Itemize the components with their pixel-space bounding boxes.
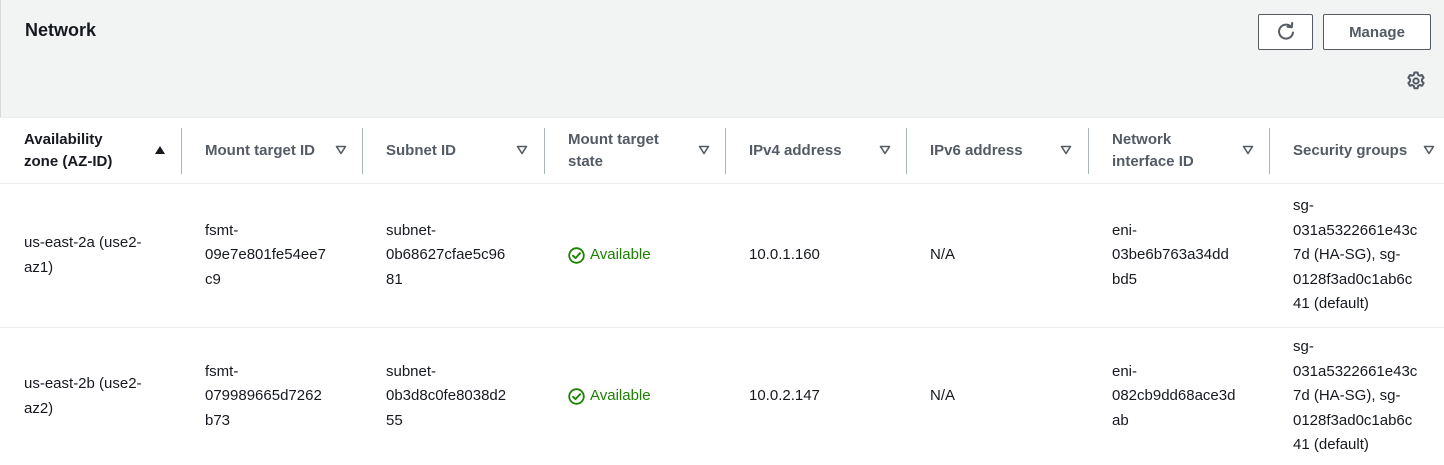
check-circle-icon — [568, 388, 585, 405]
column-separator[interactable] — [725, 128, 726, 174]
cell-mount-target-id: fsmt- 09e7e801fe54ee7 c9 — [205, 184, 355, 327]
cell-availability-zone: us-east-2b (use2- az2) — [24, 328, 174, 465]
cell-ipv4-address: 10.0.1.160 — [749, 184, 899, 327]
column-header-label: IPv4 address — [749, 142, 842, 159]
column-separator[interactable] — [544, 128, 545, 174]
check-circle-icon — [568, 247, 585, 264]
cell-security-groups: sg- 031a5322661e43c 7d (HA-SG), sg- 0128… — [1293, 184, 1443, 327]
status-indicator: Available — [568, 384, 651, 409]
refresh-icon — [1277, 22, 1294, 40]
column-separator[interactable] — [906, 128, 907, 174]
cell-ipv6-address: N/A — [930, 184, 1080, 327]
cell-text: 10.0.1.160 — [749, 246, 820, 264]
sort-icon — [516, 145, 528, 155]
manage-button[interactable]: Manage — [1323, 14, 1431, 50]
cell-text: 10.0.2.147 — [749, 387, 820, 405]
sort-icon — [1060, 145, 1072, 155]
status-indicator: Available — [568, 243, 651, 268]
column-separator[interactable] — [181, 128, 182, 174]
cell-text: sg- 031a5322661e43c 7d (HA-SG), sg- 0128… — [1293, 197, 1418, 313]
column-header-security-groups[interactable]: Security groups — [1293, 118, 1443, 184]
panel-header: Network Manage — [0, 0, 1444, 117]
sort-icon — [335, 145, 347, 155]
column-header-mount-target-state[interactable]: Mount target state — [568, 118, 718, 184]
sort-icon — [879, 145, 891, 155]
column-header-label: Mount target state — [568, 131, 659, 170]
column-header-label: Mount target ID — [205, 142, 315, 159]
column-header-mount-target-id[interactable]: Mount target ID — [205, 118, 355, 184]
column-separator[interactable] — [1269, 128, 1270, 174]
sort-icon — [1423, 145, 1435, 155]
sort-icon — [698, 145, 710, 155]
cell-subnet-id: subnet- 0b68627cfae5c96 81 — [386, 184, 536, 327]
cell-availability-zone: us-east-2a (use2- az1) — [24, 184, 174, 327]
column-header-ipv6-address[interactable]: IPv6 address — [930, 118, 1080, 184]
refresh-button[interactable] — [1258, 14, 1313, 50]
cell-text: sg- 031a5322661e43c 7d (HA-SG), sg- 0128… — [1293, 338, 1418, 454]
cell-text: fsmt- 09e7e801fe54ee7 c9 — [205, 221, 326, 288]
column-separator[interactable] — [1088, 128, 1089, 174]
column-header-label: Network interface ID — [1112, 131, 1194, 170]
column-header-availability-zone[interactable]: Availability zone (AZ-ID) — [24, 118, 174, 184]
column-separator[interactable] — [362, 128, 363, 174]
sort-icon — [1242, 145, 1254, 155]
cell-text: N/A — [930, 387, 956, 405]
cell-text: subnet- 0b3d8c0fe8038d2 55 — [386, 362, 507, 429]
cell-network-interface-id: eni- 082cb9dd68ace3d ab — [1112, 328, 1262, 465]
cell-network-interface-id: eni- 03be6b763a34dd bd5 — [1112, 184, 1262, 327]
table-row: us-east-2a (use2- az1) fsmt- 09e7e801fe5… — [0, 184, 1444, 328]
table-row: us-east-2b (use2- az2) fsmt- 079989665d7… — [0, 328, 1444, 465]
sort-ascending-icon — [155, 146, 165, 154]
gear-icon[interactable] — [1406, 71, 1426, 91]
cell-text: us-east-2a (use2- az1) — [24, 234, 142, 276]
cell-ipv4-address: 10.0.2.147 — [749, 328, 899, 465]
cell-mount-target-id: fsmt- 079989665d7262 b73 — [205, 328, 355, 465]
column-header-subnet-id[interactable]: Subnet ID — [386, 118, 536, 184]
cell-text: eni- 03be6b763a34dd bd5 — [1112, 221, 1229, 288]
column-header-label: IPv6 address — [930, 142, 1023, 159]
column-header-label: Availability zone (AZ-ID) — [24, 131, 113, 170]
cell-text: us-east-2b (use2- az2) — [24, 375, 142, 417]
status-label: Available — [590, 246, 651, 264]
network-panel: Network Manage Availability zone (AZ-ID)… — [0, 0, 1444, 465]
cell-text: eni- 082cb9dd68ace3d ab — [1112, 362, 1236, 429]
table-header: Availability zone (AZ-ID) Mount target I… — [0, 117, 1444, 184]
cell-text: N/A — [930, 246, 956, 264]
column-header-label: Security groups — [1293, 142, 1408, 159]
column-header-ipv4-address[interactable]: IPv4 address — [749, 118, 899, 184]
column-header-network-interface-id[interactable]: Network interface ID — [1112, 118, 1262, 184]
panel-title: Network — [25, 20, 97, 40]
cell-text: subnet- 0b68627cfae5c96 81 — [386, 221, 506, 288]
cell-security-groups: sg- 031a5322661e43c 7d (HA-SG), sg- 0128… — [1293, 328, 1443, 465]
cell-mount-target-state: Available — [568, 328, 718, 465]
cell-text: fsmt- 079989665d7262 b73 — [205, 362, 322, 429]
cell-subnet-id: subnet- 0b3d8c0fe8038d2 55 — [386, 328, 536, 465]
cell-ipv6-address: N/A — [930, 328, 1080, 465]
status-label: Available — [590, 387, 651, 405]
cell-mount-target-state: Available — [568, 184, 718, 327]
column-header-label: Subnet ID — [386, 142, 456, 159]
